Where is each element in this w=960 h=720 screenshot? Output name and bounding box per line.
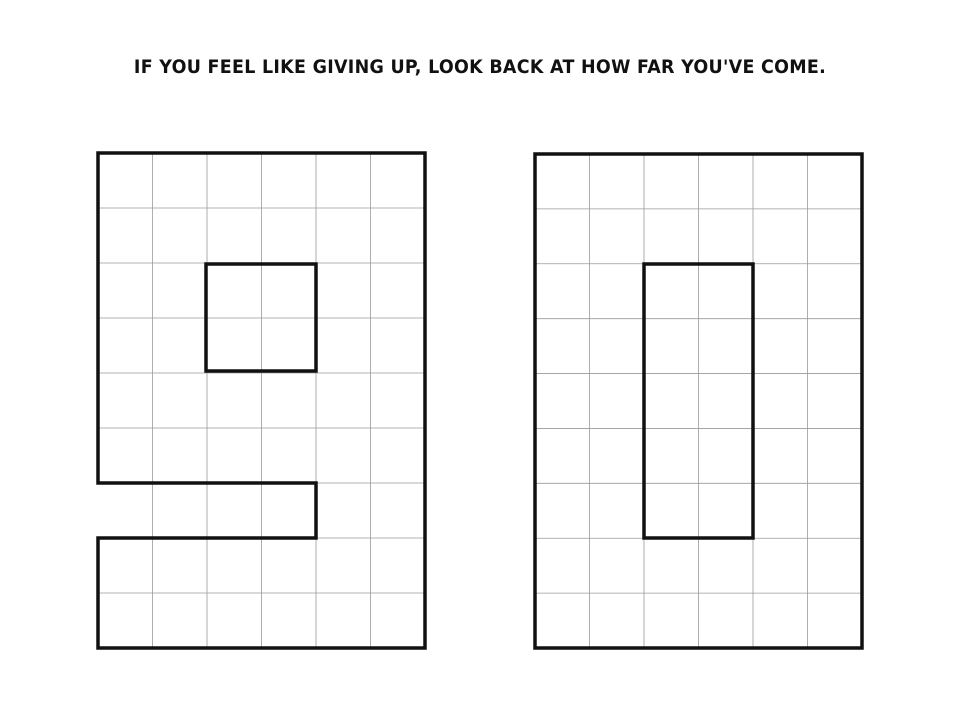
digit-zero <box>533 152 864 650</box>
digit-nine <box>96 151 427 650</box>
digit-zero-grid <box>535 154 862 648</box>
block-digits-artwork <box>96 151 864 650</box>
worksheet-page: If you feel like giving up, look back at… <box>0 0 960 720</box>
digit-nine-grid <box>98 153 425 648</box>
